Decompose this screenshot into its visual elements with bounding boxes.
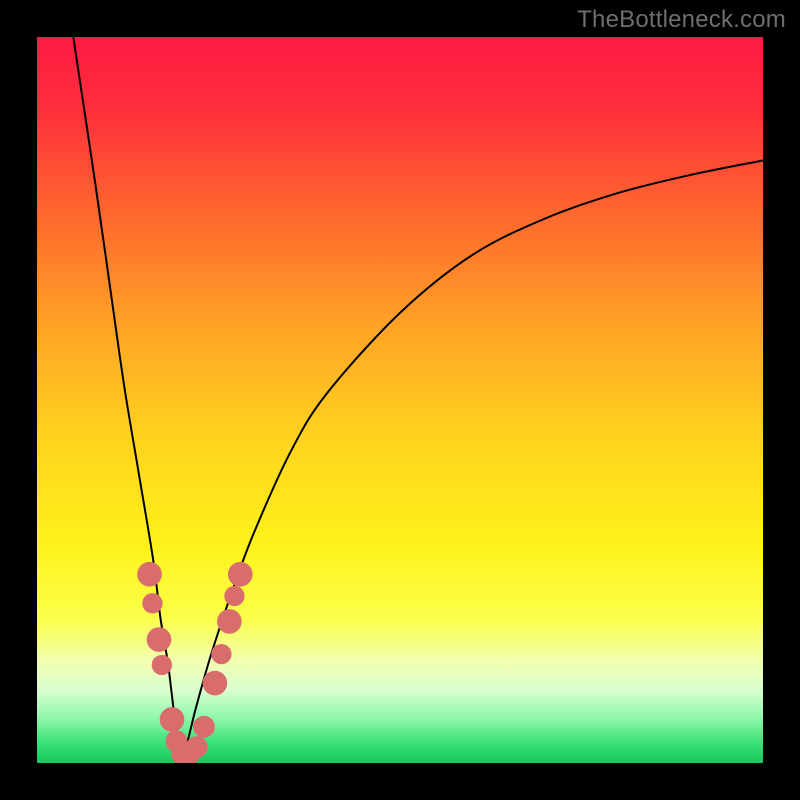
data-marker [211, 644, 231, 664]
data-marker [152, 655, 172, 675]
chart-frame: TheBottleneck.com [0, 0, 800, 800]
data-marker [142, 593, 162, 613]
data-marker [147, 627, 172, 652]
data-marker [203, 671, 228, 696]
data-marker [228, 562, 253, 587]
data-marker [224, 586, 244, 606]
data-marker [137, 562, 162, 587]
chart-svg [0, 0, 800, 800]
data-marker [217, 609, 242, 634]
watermark-text: TheBottleneck.com [577, 6, 786, 34]
plot-background [37, 37, 763, 763]
data-marker [160, 707, 185, 732]
data-marker [186, 736, 208, 758]
data-marker [193, 716, 215, 738]
